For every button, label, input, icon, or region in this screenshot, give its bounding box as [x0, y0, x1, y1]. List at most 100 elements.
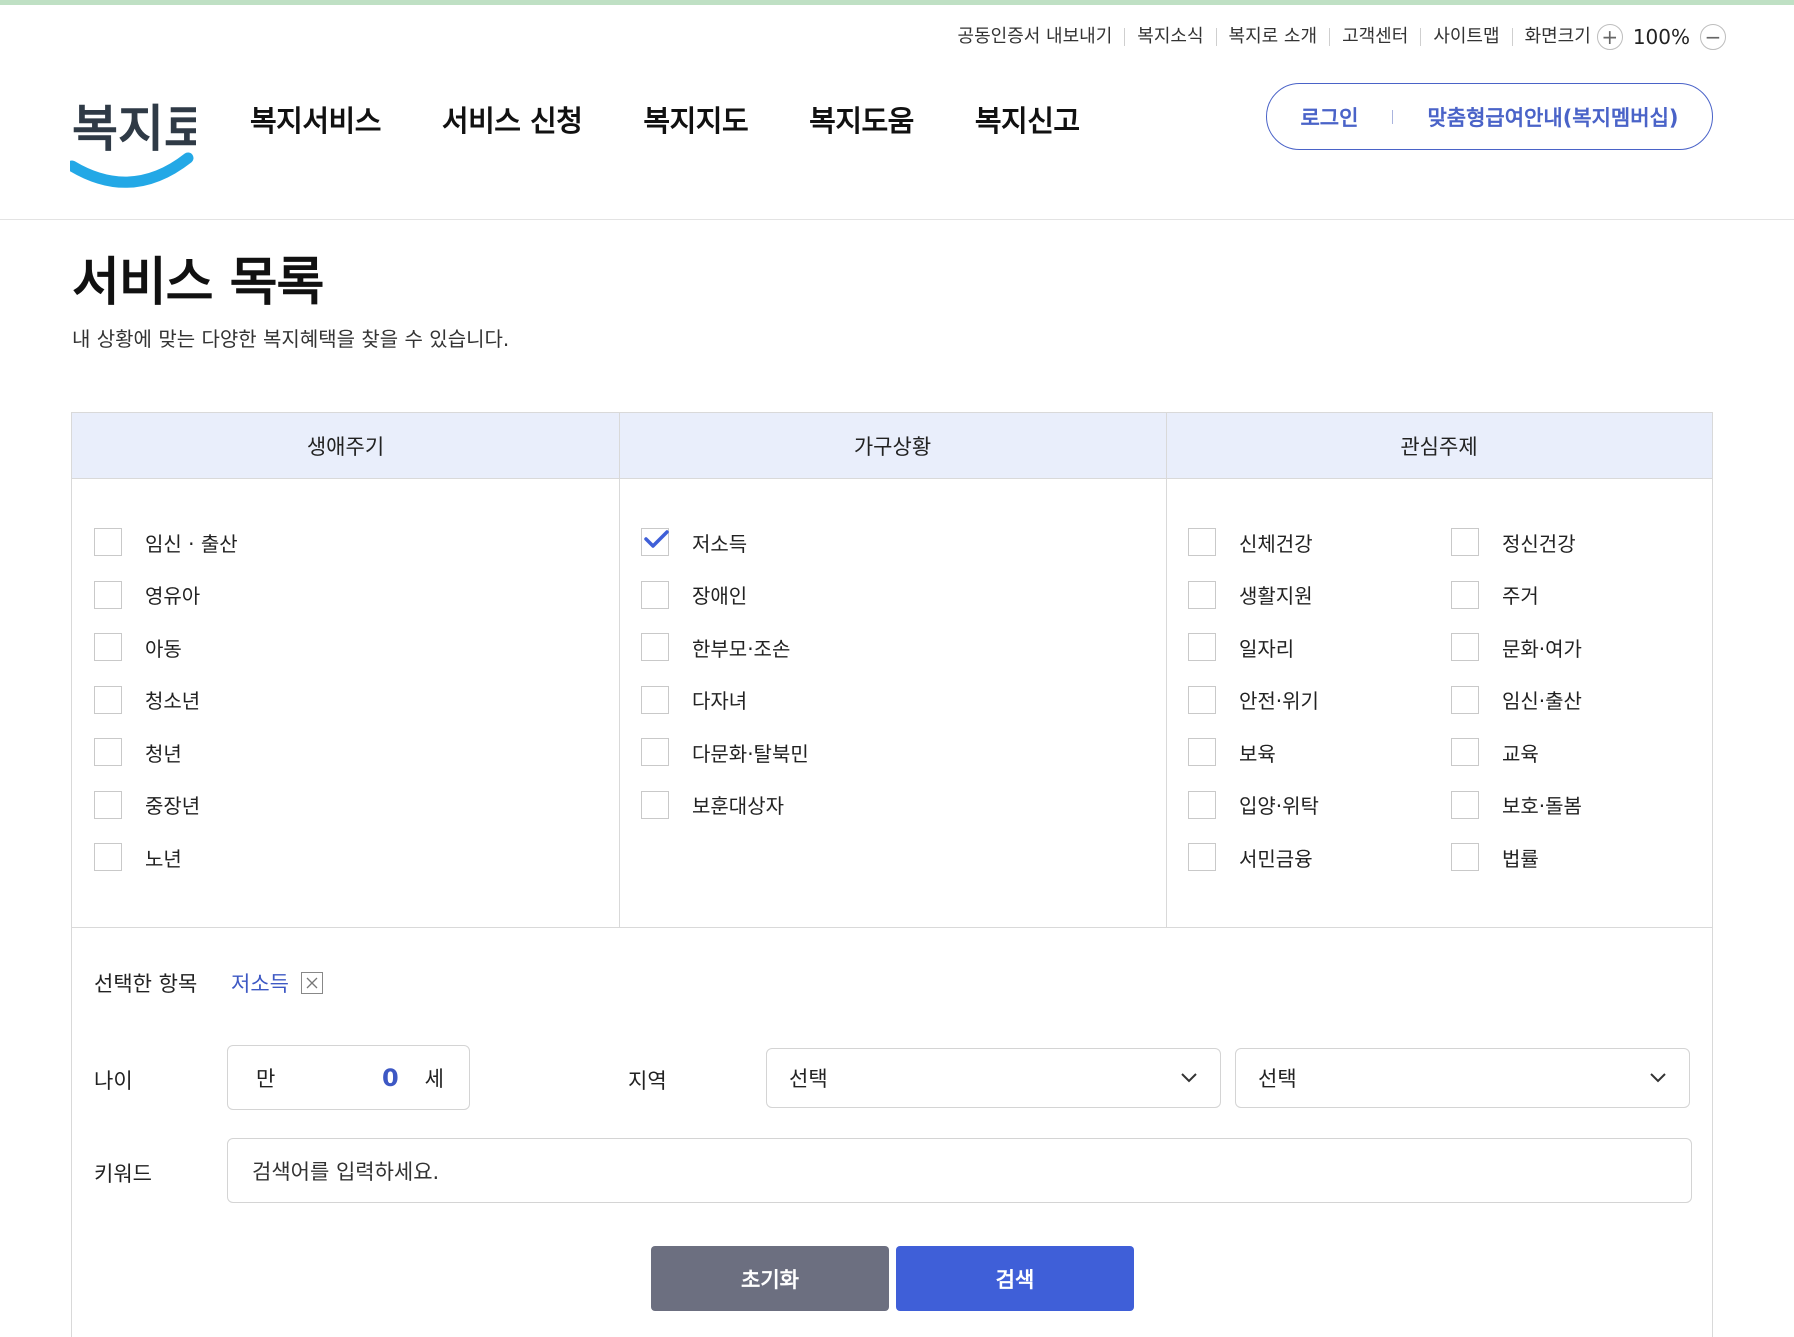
checkbox-item[interactable]: 입양·위탁 — [1188, 779, 1319, 832]
checkbox[interactable] — [641, 738, 669, 767]
lifecycle-list: 임신 · 출산 영유아 아동 청소년 청년 중장년 노년 — [94, 516, 238, 884]
checkbox[interactable] — [1188, 633, 1216, 662]
auth-pill: 로그인 맞춤형급여안내(복지멤버십) — [1266, 83, 1713, 150]
checkbox-item[interactable]: 장애인 — [641, 569, 809, 622]
checkbox-item[interactable]: 서민금융 — [1188, 831, 1319, 884]
checkbox-item[interactable]: 저소득 — [641, 516, 809, 569]
region-select-2[interactable]: 선택 — [1235, 1048, 1690, 1108]
nav-welfare-services[interactable]: 복지서비스 — [250, 98, 381, 140]
auth-divider — [1392, 109, 1394, 124]
zoom-in-button[interactable]: + — [1596, 24, 1623, 50]
checkbox[interactable] — [641, 790, 669, 819]
checkbox-item[interactable]: 일자리 — [1188, 621, 1319, 674]
remove-chip-button[interactable] — [300, 972, 323, 994]
checkbox[interactable] — [94, 528, 122, 557]
checkbox[interactable] — [641, 580, 669, 609]
checkbox-item[interactable]: 안전·위기 — [1188, 674, 1319, 727]
utility-link-news[interactable]: 복지소식 — [1124, 28, 1215, 46]
checkbox-item[interactable]: 청소년 — [94, 674, 238, 727]
age-prefix: 만 — [256, 1066, 276, 1091]
zoom-out-button[interactable]: − — [1700, 24, 1726, 50]
checkbox[interactable] — [1188, 738, 1216, 767]
checkbox[interactable] — [1188, 528, 1216, 557]
checkbox-label: 법률 — [1502, 846, 1539, 871]
utility-link-cert-export[interactable]: 공동인증서 내보내기 — [946, 28, 1125, 46]
nav-service-apply[interactable]: 서비스 신청 — [442, 98, 583, 140]
checkbox-item[interactable]: 영유아 — [94, 569, 238, 622]
utility-bar: 공동인증서 내보내기 복지소식 복지로 소개 고객센터 사이트맵 화면크기 + … — [946, 22, 1726, 52]
close-icon — [306, 977, 318, 989]
checkbox[interactable] — [1451, 790, 1479, 819]
checkbox-item[interactable]: 법률 — [1451, 831, 1582, 884]
checkbox-item[interactable]: 보육 — [1188, 726, 1319, 779]
checkbox-item[interactable]: 문화·여가 — [1451, 621, 1582, 674]
selected-chip-label: 저소득 — [231, 972, 289, 996]
nav-welfare-report[interactable]: 복지신고 — [975, 98, 1080, 140]
checkbox-item[interactable]: 정신건강 — [1451, 516, 1582, 569]
checkbox-item[interactable]: 다자녀 — [641, 674, 809, 727]
checkbox[interactable] — [94, 633, 122, 662]
utility-link-about[interactable]: 복지로 소개 — [1215, 28, 1330, 46]
utility-link-sitemap[interactable]: 사이트맵 — [1420, 28, 1511, 46]
checkbox-item[interactable]: 임신 · 출산 — [94, 516, 238, 569]
checkbox-label: 일자리 — [1239, 636, 1295, 661]
checkbox[interactable] — [1188, 685, 1216, 714]
checkbox[interactable] — [94, 580, 122, 609]
logo-wordmark: 복지로 — [72, 100, 196, 158]
reset-button[interactable]: 초기화 — [651, 1246, 889, 1311]
checkbox[interactable] — [1451, 528, 1479, 557]
checkbox[interactable] — [1188, 843, 1216, 872]
interest-header: 관심주제 — [1166, 413, 1712, 479]
checkbox-item[interactable]: 교육 — [1451, 726, 1582, 779]
checkbox-item[interactable]: 한부모·조손 — [641, 621, 809, 674]
age-suffix: 세 — [424, 1066, 444, 1091]
minus-icon: − — [1704, 25, 1722, 49]
checkbox-item[interactable]: 보훈대상자 — [641, 779, 809, 832]
checkbox-item[interactable]: 중장년 — [94, 779, 238, 832]
column-divider — [1166, 413, 1167, 927]
checkbox-checked[interactable] — [641, 528, 669, 557]
checkbox[interactable] — [94, 738, 122, 767]
nav-welfare-help[interactable]: 복지도움 — [809, 98, 914, 140]
checkbox-item[interactable]: 임신·출산 — [1451, 674, 1582, 727]
checkbox[interactable] — [1451, 580, 1479, 609]
checkbox[interactable] — [1451, 843, 1479, 872]
age-value[interactable]: 0 — [382, 1064, 399, 1092]
checkbox[interactable] — [1451, 633, 1479, 662]
checkbox[interactable] — [1188, 580, 1216, 609]
checkbox-item[interactable]: 보호·돌봄 — [1451, 779, 1582, 832]
membership-link[interactable]: 맞춤형급여안내(복지멤버십) — [1427, 102, 1678, 132]
checkbox[interactable] — [94, 790, 122, 819]
site-logo[interactable]: 복지로 — [66, 84, 210, 194]
checkbox[interactable] — [1188, 790, 1216, 819]
keyword-input[interactable]: 검색어를 입력하세요. — [227, 1138, 1692, 1203]
checkbox[interactable] — [94, 843, 122, 872]
age-input[interactable]: 만 0 세 — [227, 1045, 470, 1110]
plus-icon: + — [1601, 25, 1619, 49]
keyword-placeholder: 검색어를 입력하세요. — [252, 1159, 440, 1184]
search-button[interactable]: 검색 — [896, 1246, 1134, 1311]
checkbox-item[interactable]: 주거 — [1451, 569, 1582, 622]
checkbox[interactable] — [641, 633, 669, 662]
checkbox-item[interactable]: 생활지원 — [1188, 569, 1319, 622]
checkbox-label: 저소득 — [692, 531, 748, 556]
checkbox[interactable] — [1451, 738, 1479, 767]
nav-welfare-map[interactable]: 복지지도 — [643, 98, 748, 140]
checkbox-label: 청소년 — [145, 689, 201, 714]
checkbox-label: 주거 — [1502, 584, 1539, 609]
checkbox-item[interactable]: 다문화·탈북민 — [641, 726, 809, 779]
checkbox[interactable] — [641, 685, 669, 714]
utility-link-customer-center[interactable]: 고객센터 — [1329, 28, 1420, 46]
keyword-label: 키워드 — [94, 1162, 152, 1186]
checkbox-item[interactable]: 노년 — [94, 831, 238, 884]
login-link[interactable]: 로그인 — [1300, 102, 1358, 132]
select-value: 선택 — [789, 1067, 828, 1091]
checkbox-item[interactable]: 청년 — [94, 726, 238, 779]
checkbox[interactable] — [94, 685, 122, 714]
checkbox-item[interactable]: 신체건강 — [1188, 516, 1319, 569]
checkbox-item[interactable]: 아동 — [94, 621, 238, 674]
age-label: 나이 — [94, 1069, 133, 1093]
region-select-1[interactable]: 선택 — [766, 1048, 1221, 1108]
checkbox[interactable] — [1451, 685, 1479, 714]
checkbox-label: 영유아 — [145, 584, 201, 609]
